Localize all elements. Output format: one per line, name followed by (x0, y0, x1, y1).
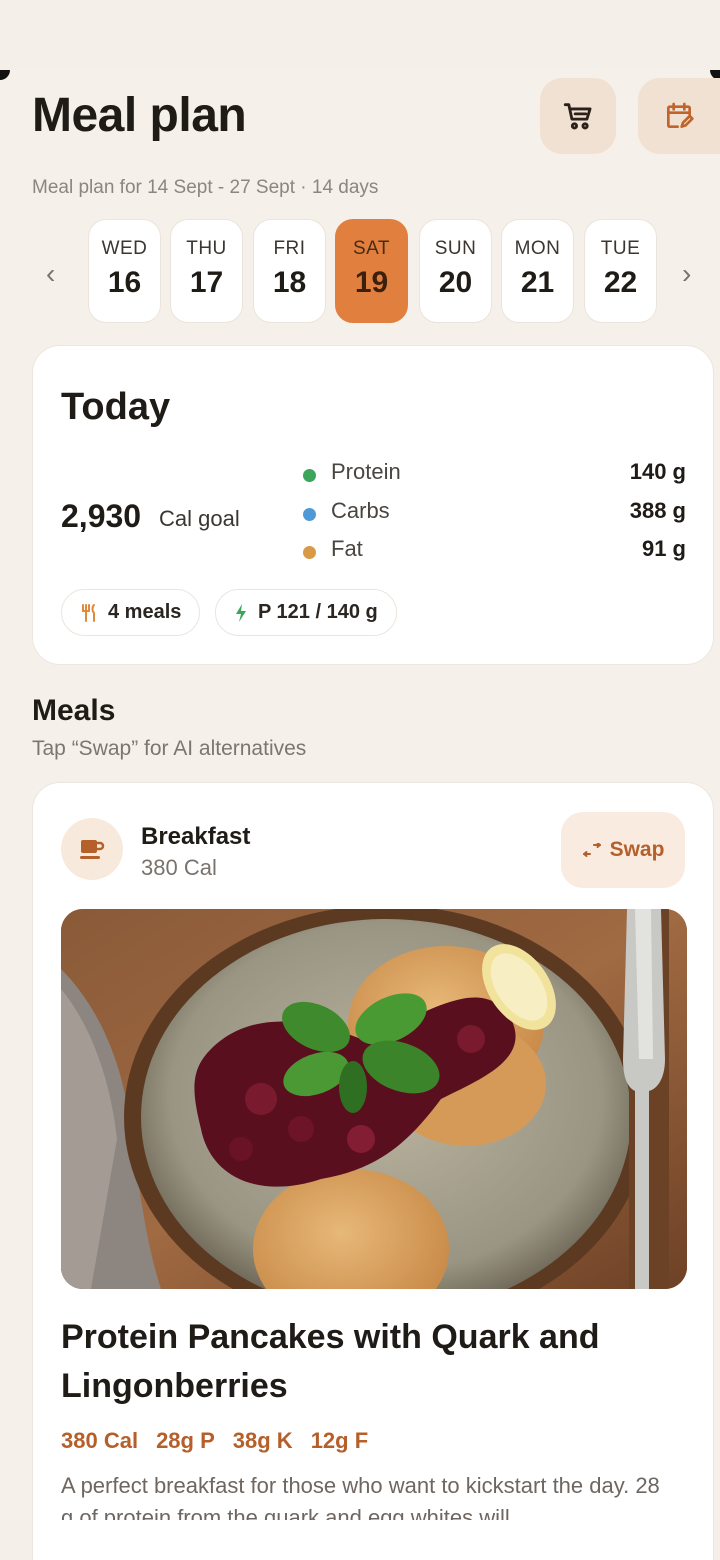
coffee-cup-icon (61, 818, 123, 880)
day-mon[interactable]: MON 21 (501, 219, 574, 323)
macro-name: Fat (331, 536, 363, 561)
fat-dot-icon (303, 546, 316, 559)
macro-value: 91 g (641, 536, 686, 561)
day-of-week: TUE (600, 238, 641, 259)
recipe-macros: 380 Cal 28g P 38g K 12g F (61, 1428, 368, 1454)
protein-progress-label: P 121 / 140 g (258, 601, 378, 623)
plan-date-range: Meal plan for 14 Sept - 27 Sept · 14 day… (32, 177, 379, 198)
chevron-right-icon[interactable]: › (682, 258, 691, 290)
day-wed[interactable]: WED 16 (88, 219, 161, 323)
day-number: 19 (354, 266, 389, 299)
meal-calories: 380 Cal (141, 855, 217, 880)
day-fri[interactable]: FRI 18 (253, 219, 326, 323)
meals-count-label: 4 meals (108, 601, 182, 623)
day-of-week: SUN (434, 238, 477, 259)
meal-type: Breakfast (141, 823, 251, 850)
shopping-cart-button[interactable] (540, 78, 616, 154)
recipe-photo (61, 909, 687, 1289)
recipe-title: Protein Pancakes with Quark and Lingonbe… (61, 1318, 600, 1405)
calorie-goal-value: 2,930 (61, 498, 142, 534)
macro-value: 388 g (629, 498, 686, 523)
day-thu[interactable]: THU 17 (170, 219, 243, 323)
day-sun[interactable]: SUN 20 (419, 219, 492, 323)
swap-arrows-icon (582, 843, 602, 857)
recipe-description: A perfect breakfast for those who want t… (61, 1473, 660, 1520)
today-title: Today (61, 386, 171, 428)
recipe-fat: 12g F (310, 1428, 369, 1453)
calendar-edit-icon (667, 102, 694, 128)
today-summary-card: Today 2,930 Cal goal Protein 140 g Carbs… (32, 345, 714, 665)
swap-label: Swap (609, 838, 665, 861)
recipe-calories: 380 Cal (61, 1428, 139, 1453)
macro-protein: Protein 140 g (301, 459, 686, 489)
day-of-week: WED (101, 238, 148, 259)
fork-knife-icon (80, 603, 98, 623)
protein-progress-chip: P 121 / 140 g (215, 589, 397, 636)
day-of-week: THU (186, 238, 227, 259)
macro-fat: Fat 91 g (301, 536, 686, 566)
cart-icon (563, 103, 592, 130)
calorie-goal-label: Cal goal (159, 506, 240, 531)
day-number: 17 (189, 266, 224, 299)
meals-section-hint: Tap “Swap” for AI alternatives (32, 737, 307, 760)
day-number: 20 (438, 266, 473, 299)
macro-value: 140 g (629, 459, 686, 484)
day-of-week: SAT (352, 238, 391, 259)
day-tue[interactable]: TUE 22 (584, 219, 657, 323)
day-number: 22 (603, 266, 638, 299)
swap-button[interactable]: Swap (561, 812, 685, 888)
meals-section-title: Meals (32, 694, 116, 727)
meals-count-chip: 4 meals (61, 589, 201, 636)
protein-dot-icon (303, 469, 316, 482)
macro-carbs: Carbs 388 g (301, 498, 686, 528)
recipe-protein: 28g P (156, 1428, 215, 1453)
recipe-carbs: 38g K (232, 1428, 293, 1453)
day-number: 18 (272, 266, 307, 299)
chevron-left-icon[interactable]: ‹ (46, 258, 55, 290)
macro-name: Protein (331, 459, 401, 484)
calendar-edit-button[interactable] (638, 78, 720, 154)
macro-name: Carbs (331, 498, 390, 523)
page-title: Meal plan (32, 89, 247, 142)
day-of-week: MON (514, 238, 561, 259)
day-number: 16 (107, 266, 142, 299)
lightning-icon (234, 603, 248, 623)
carbs-dot-icon (303, 508, 316, 521)
breakfast-meal-card[interactable]: Breakfast 380 Cal Swap Protein Pancakes … (32, 782, 714, 1560)
day-sat-selected[interactable]: SAT 19 (335, 219, 408, 323)
day-number: 21 (520, 266, 555, 299)
day-of-week: FRI (273, 238, 306, 259)
